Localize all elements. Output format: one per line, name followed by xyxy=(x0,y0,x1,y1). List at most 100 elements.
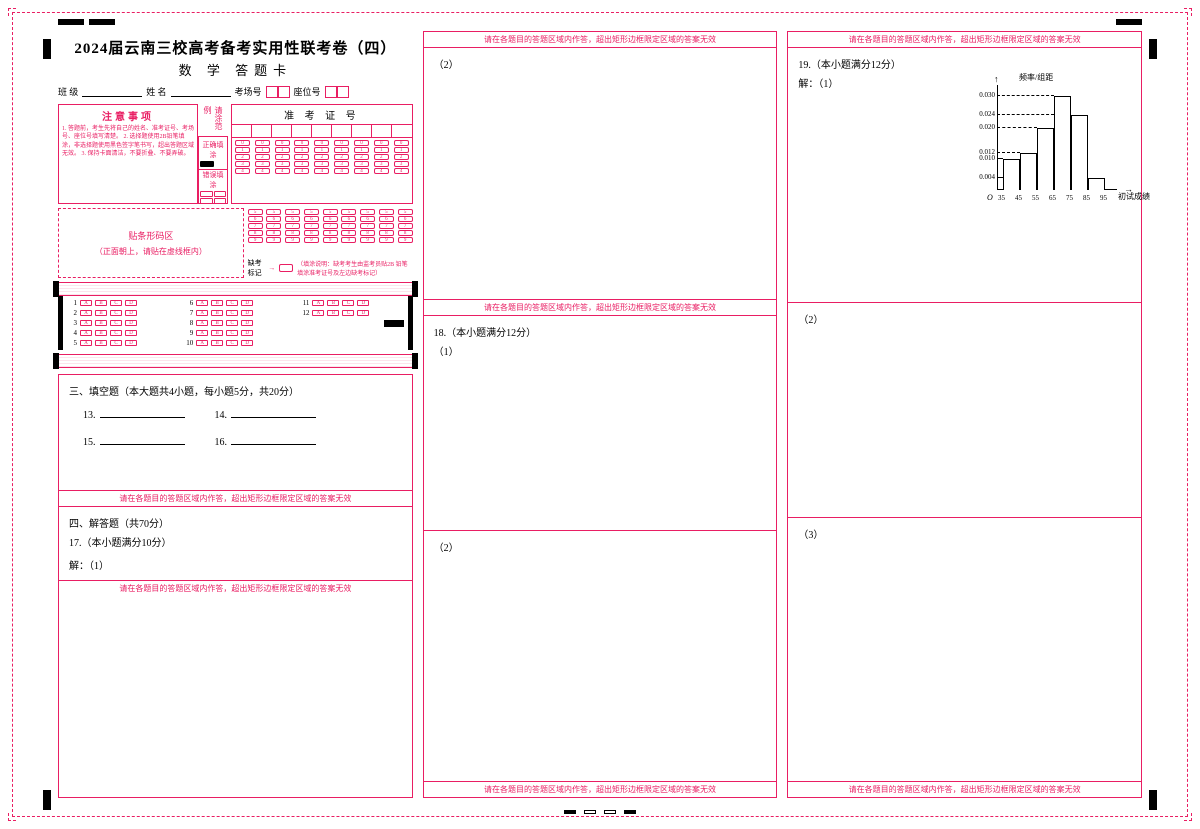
digit-bubble[interactable]: 8 xyxy=(248,230,263,236)
digit-bubble[interactable]: 1 xyxy=(334,147,349,153)
option-bubble[interactable]: B xyxy=(211,340,223,346)
digit-bubble[interactable]: 0 xyxy=(314,140,329,146)
digit-bubble[interactable]: 9 xyxy=(323,237,338,243)
digit-bubble[interactable]: 7 xyxy=(285,223,300,229)
digit-bubble[interactable]: 7 xyxy=(248,223,263,229)
digit-bubble[interactable]: 7 xyxy=(341,223,356,229)
option-bubble[interactable]: B xyxy=(211,300,223,306)
digit-bubble[interactable]: 9 xyxy=(360,237,375,243)
digit-bubble[interactable]: 2 xyxy=(334,154,349,160)
option-bubble[interactable]: A xyxy=(80,310,92,316)
digit-bubble[interactable]: 7 xyxy=(266,223,281,229)
digit-bubble[interactable]: 7 xyxy=(379,223,394,229)
digit-bubble[interactable]: 0 xyxy=(334,140,349,146)
digit-bubble[interactable]: 8 xyxy=(266,230,281,236)
option-bubble[interactable]: C xyxy=(110,300,122,306)
q19-part3-area[interactable]: （3） xyxy=(788,517,1141,781)
digit-bubble[interactable]: 5 xyxy=(248,209,263,215)
option-bubble[interactable]: B xyxy=(95,320,107,326)
digit-bubble[interactable]: 1 xyxy=(275,147,290,153)
option-bubble[interactable]: D xyxy=(241,340,253,346)
option-bubble[interactable]: D xyxy=(241,300,253,306)
digit-bubble[interactable]: 8 xyxy=(379,230,394,236)
class-input[interactable] xyxy=(82,87,142,97)
option-bubble[interactable]: A xyxy=(312,310,324,316)
digit-bubble[interactable]: 6 xyxy=(266,216,281,222)
digit-bubble[interactable]: 0 xyxy=(374,140,389,146)
option-bubble[interactable]: D xyxy=(241,320,253,326)
q18-part1-area[interactable]: 18.（本小题满分12分） （1） xyxy=(424,315,777,530)
option-bubble[interactable]: C xyxy=(342,310,354,316)
digit-bubble[interactable]: 9 xyxy=(285,237,300,243)
room-box[interactable] xyxy=(278,86,290,98)
digit-bubble[interactable]: 6 xyxy=(341,216,356,222)
q19-part2-area[interactable]: （2） xyxy=(788,302,1141,517)
option-bubble[interactable]: D xyxy=(125,330,137,336)
option-bubble[interactable]: A xyxy=(196,340,208,346)
digit-bubble[interactable]: 5 xyxy=(360,209,375,215)
option-bubble[interactable]: D xyxy=(241,310,253,316)
option-bubble[interactable]: A xyxy=(196,310,208,316)
digit-bubble[interactable]: 4 xyxy=(374,168,389,174)
digit-bubble[interactable]: 2 xyxy=(314,154,329,160)
option-bubble[interactable]: C xyxy=(226,310,238,316)
digit-bubble[interactable]: 1 xyxy=(294,147,309,153)
digit-bubble[interactable]: 8 xyxy=(323,230,338,236)
digit-bubble[interactable]: 3 xyxy=(334,161,349,167)
digit-bubble[interactable]: 3 xyxy=(314,161,329,167)
absent-checkbox[interactable] xyxy=(279,264,293,272)
digit-bubble[interactable]: 3 xyxy=(275,161,290,167)
digit-bubble[interactable]: 5 xyxy=(304,209,319,215)
digit-bubble[interactable]: 0 xyxy=(255,140,270,146)
digit-bubble[interactable]: 1 xyxy=(235,147,250,153)
option-bubble[interactable]: A xyxy=(80,340,92,346)
option-bubble[interactable]: A xyxy=(196,320,208,326)
digit-bubble[interactable]: 5 xyxy=(266,209,281,215)
digit-bubble[interactable]: 2 xyxy=(394,154,409,160)
digit-bubble[interactable]: 6 xyxy=(379,216,394,222)
q14-input[interactable] xyxy=(231,408,316,418)
admit-extra-bubbles[interactable]: 5555555556666666667777777778888888889999… xyxy=(248,208,413,258)
option-bubble[interactable]: D xyxy=(125,300,137,306)
digit-bubble[interactable]: 0 xyxy=(354,140,369,146)
digit-bubble[interactable]: 9 xyxy=(379,237,394,243)
admit-card-write[interactable] xyxy=(232,125,412,138)
digit-bubble[interactable]: 7 xyxy=(398,223,413,229)
digit-bubble[interactable]: 4 xyxy=(354,168,369,174)
digit-bubble[interactable]: 3 xyxy=(394,161,409,167)
digit-bubble[interactable]: 6 xyxy=(248,216,263,222)
option-bubble[interactable]: B xyxy=(327,300,339,306)
option-bubble[interactable]: C xyxy=(226,300,238,306)
digit-bubble[interactable]: 3 xyxy=(374,161,389,167)
option-bubble[interactable]: C xyxy=(226,340,238,346)
digit-bubble[interactable]: 6 xyxy=(398,216,413,222)
digit-bubble[interactable]: 5 xyxy=(285,209,300,215)
option-bubble[interactable]: C xyxy=(226,330,238,336)
option-bubble[interactable]: B xyxy=(211,310,223,316)
digit-bubble[interactable]: 5 xyxy=(341,209,356,215)
option-bubble[interactable]: B xyxy=(95,300,107,306)
digit-bubble[interactable]: 3 xyxy=(354,161,369,167)
option-bubble[interactable]: C xyxy=(110,330,122,336)
digit-bubble[interactable]: 1 xyxy=(374,147,389,153)
room-box[interactable] xyxy=(266,86,278,98)
digit-bubble[interactable]: 6 xyxy=(285,216,300,222)
digit-bubble[interactable]: 4 xyxy=(394,168,409,174)
digit-bubble[interactable]: 7 xyxy=(304,223,319,229)
digit-bubble[interactable]: 3 xyxy=(255,161,270,167)
option-bubble[interactable]: A xyxy=(80,320,92,326)
seat-box[interactable] xyxy=(337,86,349,98)
digit-bubble[interactable]: 1 xyxy=(255,147,270,153)
option-bubble[interactable]: D xyxy=(241,330,253,336)
digit-bubble[interactable]: 1 xyxy=(354,147,369,153)
option-bubble[interactable]: C xyxy=(110,320,122,326)
digit-bubble[interactable]: 5 xyxy=(398,209,413,215)
digit-bubble[interactable]: 9 xyxy=(266,237,281,243)
digit-bubble[interactable]: 5 xyxy=(323,209,338,215)
digit-bubble[interactable]: 8 xyxy=(398,230,413,236)
option-bubble[interactable]: B xyxy=(327,310,339,316)
option-bubble[interactable]: C xyxy=(342,300,354,306)
option-bubble[interactable]: A xyxy=(80,300,92,306)
digit-bubble[interactable]: 6 xyxy=(360,216,375,222)
digit-bubble[interactable]: 8 xyxy=(304,230,319,236)
